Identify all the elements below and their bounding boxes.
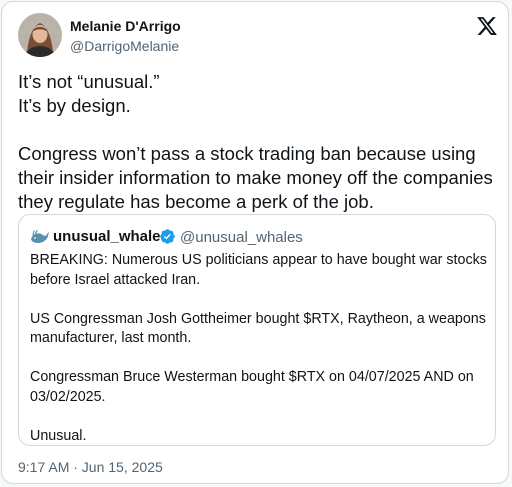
tweet-text: It’s not “unusual.” It’s by design. Cong…	[18, 70, 496, 214]
tweet-line: It’s by design.	[18, 95, 131, 116]
quoted-paragraph: US Congressman Josh Gottheimer bought $R…	[30, 310, 486, 347]
tweet-line: It’s not “unusual.”	[18, 71, 160, 92]
tweet-card: Melanie D'Arrigo @DarrigoMelanie It’s no…	[1, 1, 509, 484]
quoted-paragraph: BREAKING: Numerous US politicians appear…	[30, 252, 487, 288]
verified-badge-icon	[159, 228, 176, 245]
author-name[interactable]: Melanie D'Arrigo	[70, 18, 181, 34]
tweet-timestamp[interactable]: 9:17 AM · Jun 15, 2025	[18, 459, 163, 475]
quoted-tweet[interactable]: unusual_whales @unusual_whales BREAKING:…	[18, 214, 496, 446]
tweet-line: Congress won’t pass a stock trading ban …	[18, 143, 493, 212]
quoted-author-handle[interactable]: @unusual_whales	[180, 229, 303, 246]
author-handle[interactable]: @DarrigoMelanie	[70, 38, 179, 54]
quoted-paragraph: Congressman Bruce Westerman bought $RTX …	[30, 369, 474, 405]
quoted-paragraph: Unusual.	[30, 427, 87, 444]
whale-avatar-icon[interactable]	[30, 228, 50, 246]
quoted-tweet-text: BREAKING: Numerous US politicians appear…	[30, 251, 488, 446]
quoted-author-name[interactable]: unusual_whales	[53, 228, 169, 245]
x-logo-icon[interactable]	[476, 15, 498, 37]
author-avatar[interactable]	[18, 13, 62, 57]
